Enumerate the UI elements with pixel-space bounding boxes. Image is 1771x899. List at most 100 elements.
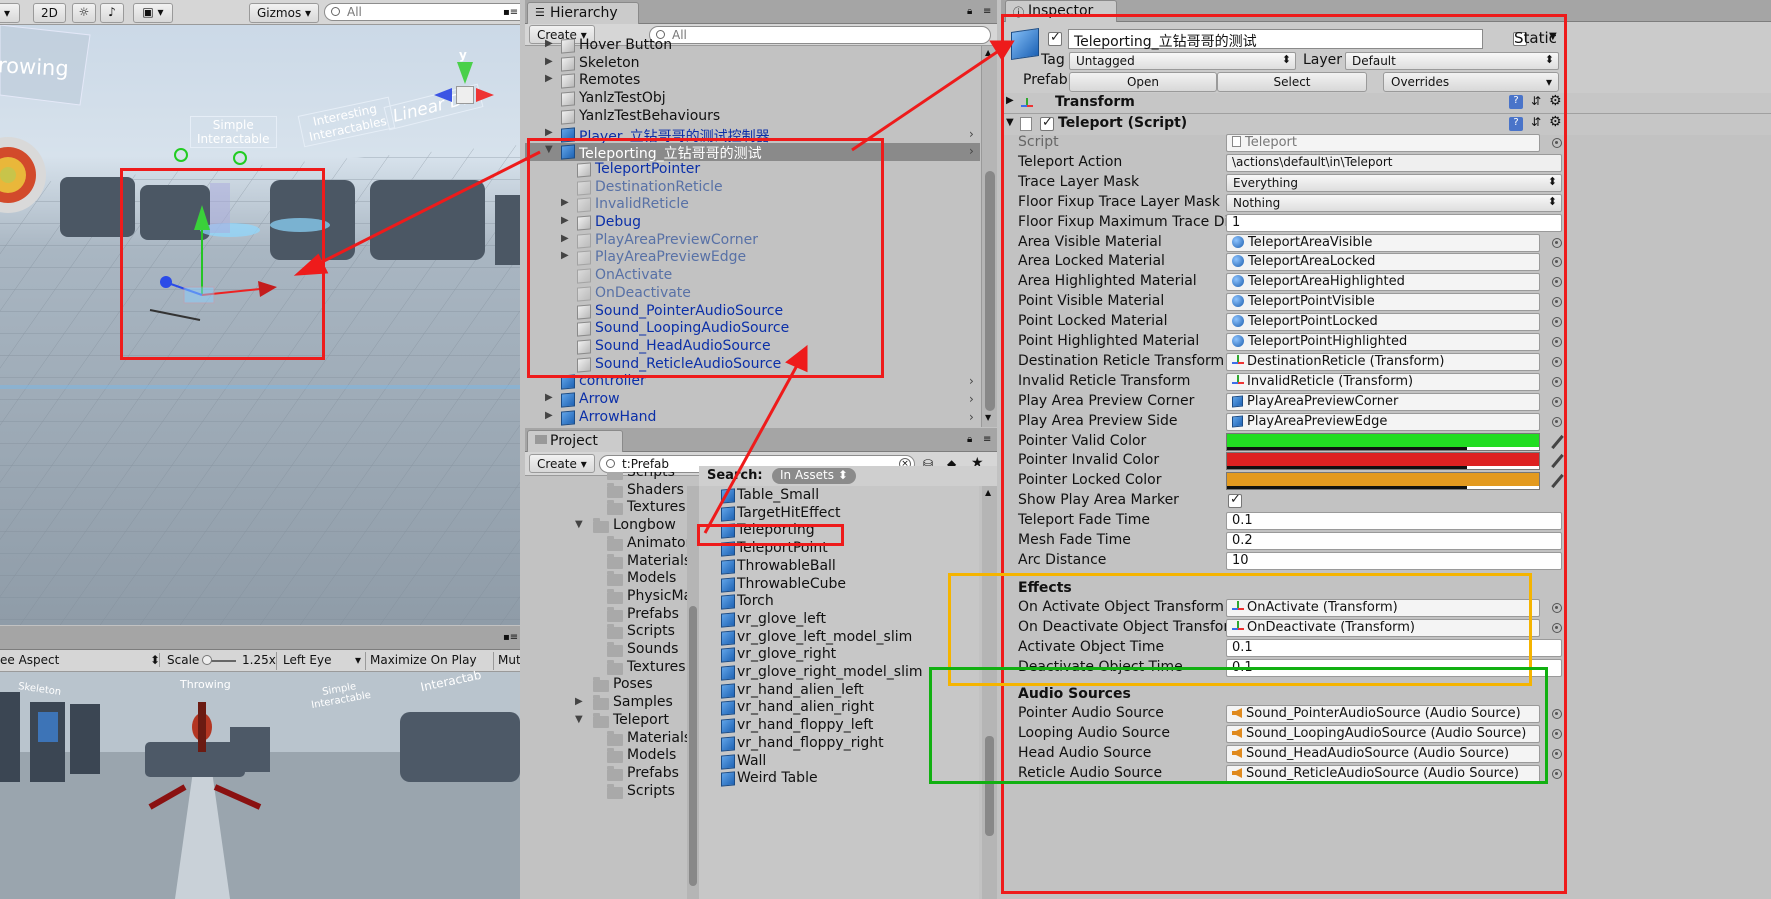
asset-row[interactable]: ThrowableCube — [699, 576, 979, 594]
prefab-asset-icon — [721, 506, 735, 522]
asset-row[interactable]: Table_Small — [699, 487, 979, 505]
project-folder-row[interactable]: ▶ Samples — [525, 694, 687, 712]
asset-row[interactable]: vr_glove_right — [699, 646, 979, 664]
scene-orientation-gizmo[interactable]: y — [432, 48, 500, 128]
scene-view[interactable]: ▾ 2D ☼ ♪ ▣ ▾ Gizmos ▾ All ▪≡ rowing Simp… — [0, 0, 520, 625]
hierarchy-menu-icon[interactable]: ≡ — [983, 6, 991, 17]
asset-row[interactable]: ThrowableBall — [699, 558, 979, 576]
hierarchy-scroll-down-icon[interactable]: ▼ — [985, 413, 991, 422]
results-scroll-up-icon[interactable]: ▲ — [985, 488, 991, 497]
folder-label: Poses — [613, 676, 653, 693]
asset-label: Weird Table — [737, 770, 818, 787]
scene-label-simple-interactable: Simple Interactable — [190, 116, 277, 148]
effects-toggle-icon[interactable]: ▣ ▾ — [133, 3, 173, 23]
prefab-open-chevron-icon[interactable]: › — [969, 127, 974, 141]
asset-label: ThrowableCube — [737, 575, 847, 592]
expand-arrow-icon[interactable]: ▶ — [545, 38, 553, 49]
scene-search-input[interactable]: All — [324, 3, 520, 21]
project-menu-icon[interactable]: ≡ — [983, 434, 991, 445]
hierarchy-row[interactable]: ▶ Remotes — [525, 72, 980, 90]
tree-scroll-thumb[interactable] — [689, 606, 697, 886]
scale-value: 1.25x — [242, 653, 276, 667]
scene-panel-menu-icon[interactable]: ▪≡ — [503, 7, 518, 18]
asset-label: TargetHitEffect — [737, 504, 841, 521]
project-folder-row[interactable]: PhysicMat — [525, 588, 687, 606]
aspect-dropdown[interactable]: ee Aspect ⬍ — [0, 653, 160, 667]
project-folder-row[interactable]: Prefabs — [525, 765, 687, 783]
folder-label: Samples — [613, 694, 673, 711]
hierarchy-row[interactable]: ▶ Hover Button — [525, 37, 980, 55]
hierarchy-item-label: YanlzTestBehaviours — [579, 107, 721, 124]
project-tab[interactable]: Project — [527, 430, 623, 452]
asset-row[interactable]: Torch — [699, 593, 979, 611]
project-folder-row[interactable]: Scripts — [525, 783, 687, 801]
folder-icon — [607, 553, 623, 569]
project-tree-scrollbar[interactable] — [687, 486, 699, 899]
asset-row[interactable]: vr_glove_left — [699, 611, 979, 629]
folder-label: Materials — [627, 552, 687, 569]
audio-toggle-icon[interactable]: ♪ — [100, 3, 124, 23]
expand-arrow-icon[interactable]: ▶ — [545, 56, 553, 67]
hierarchy-tab[interactable]: ☰ Hierarchy — [527, 2, 639, 24]
project-folder-row[interactable]: Materials — [525, 553, 687, 571]
project-lock-icon[interactable]: 🔒︎ — [967, 434, 972, 445]
game-view[interactable]: ▪≡ ee Aspect ⬍ Scale 1.25x Left Eye ▾ Maxi… — [0, 626, 520, 899]
prefab-open-chevron-icon[interactable]: › — [969, 374, 974, 388]
project-folder-row[interactable]: Sounds — [525, 641, 687, 659]
folder-closed-arrow-icon[interactable]: ▶ — [575, 696, 583, 707]
project-folder-row[interactable]: Prefabs — [525, 606, 687, 624]
maximize-on-play-toggle[interactable]: Maximize On Play — [366, 652, 494, 670]
mode-2d-button[interactable]: 2D — [33, 3, 66, 23]
expand-arrow-icon[interactable]: ▶ — [545, 392, 553, 403]
project-folder-row[interactable]: ▼ Longbow — [525, 517, 687, 535]
project-folder-row[interactable]: Models — [525, 747, 687, 765]
project-folder-row[interactable]: Animator: — [525, 535, 687, 553]
asset-row[interactable]: TargetHitEffect — [699, 505, 979, 523]
project-folder-row[interactable]: Scripts — [525, 472, 687, 482]
search-scope-dropdown[interactable]: In Assets ⬍ — [772, 468, 856, 484]
expand-arrow-icon[interactable]: ▶ — [545, 73, 553, 84]
project-folder-row[interactable]: Models — [525, 570, 687, 588]
folder-label: Scripts — [627, 472, 675, 480]
folder-open-arrow-icon[interactable]: ▼ — [575, 519, 583, 530]
project-folder-row[interactable]: Poses — [525, 676, 687, 694]
project-tab-label: Project — [550, 433, 598, 449]
expand-arrow-icon[interactable]: ▶ — [545, 127, 553, 138]
prefab-open-chevron-icon[interactable]: › — [969, 392, 974, 406]
project-folder-row[interactable]: Shaders — [525, 482, 687, 500]
project-folder-row[interactable]: Textures — [525, 499, 687, 517]
hierarchy-row[interactable]: ▶ Skeleton — [525, 55, 980, 73]
scene-mode-dropdown[interactable]: ▾ — [0, 3, 20, 23]
eye-dropdown[interactable]: Left Eye ▾ — [276, 652, 366, 670]
hierarchy-scroll-up-icon[interactable]: ▲ — [985, 48, 991, 57]
folder-label: Longbow — [613, 517, 676, 534]
asset-row[interactable]: vr_glove_left_model_slim — [699, 629, 979, 647]
gizmos-dropdown[interactable]: Gizmos ▾ — [249, 3, 320, 23]
project-folder-row[interactable]: Materials — [525, 730, 687, 748]
game-panel-menu-icon[interactable]: ▪≡ — [503, 632, 518, 643]
project-folder-row[interactable]: Scripts — [525, 623, 687, 641]
hierarchy-row[interactable]: YanlzTestBehaviours — [525, 108, 980, 126]
project-folder-row[interactable]: ▼ Teleport — [525, 712, 687, 730]
hierarchy-scrollbar[interactable]: ▲ ▼ — [981, 46, 997, 427]
mute-audio-toggle[interactable]: Mute Audi — [494, 652, 520, 670]
folder-icon — [607, 482, 623, 498]
prefab-open-chevron-icon[interactable]: › — [969, 410, 974, 424]
hierarchy-scroll-thumb[interactable] — [985, 171, 995, 411]
project-create-label: Create — [537, 457, 577, 471]
prefab-open-chevron-icon[interactable]: › — [969, 144, 974, 158]
lighting-toggle-icon[interactable]: ☼ — [72, 3, 96, 23]
folder-icon — [607, 642, 623, 657]
project-folder-row[interactable]: Textures — [525, 659, 687, 677]
prefab-asset-icon — [721, 559, 735, 575]
hierarchy-row[interactable]: ▶ ArrowHand › — [525, 409, 980, 427]
hierarchy-row[interactable]: ▶ Arrow › — [525, 391, 980, 409]
lock-icon[interactable]: 🔒︎ — [967, 6, 972, 17]
scale-slider-handle[interactable] — [202, 655, 212, 665]
expand-arrow-icon[interactable]: ▶ — [545, 410, 553, 421]
hierarchy-row[interactable]: YanlzTestObj — [525, 90, 980, 108]
folder-open-arrow-icon[interactable]: ▼ — [575, 714, 583, 725]
project-create-button[interactable]: Create ▾ — [529, 454, 595, 473]
folder-label: Prefabs — [627, 764, 679, 781]
scale-slider[interactable] — [202, 655, 236, 665]
